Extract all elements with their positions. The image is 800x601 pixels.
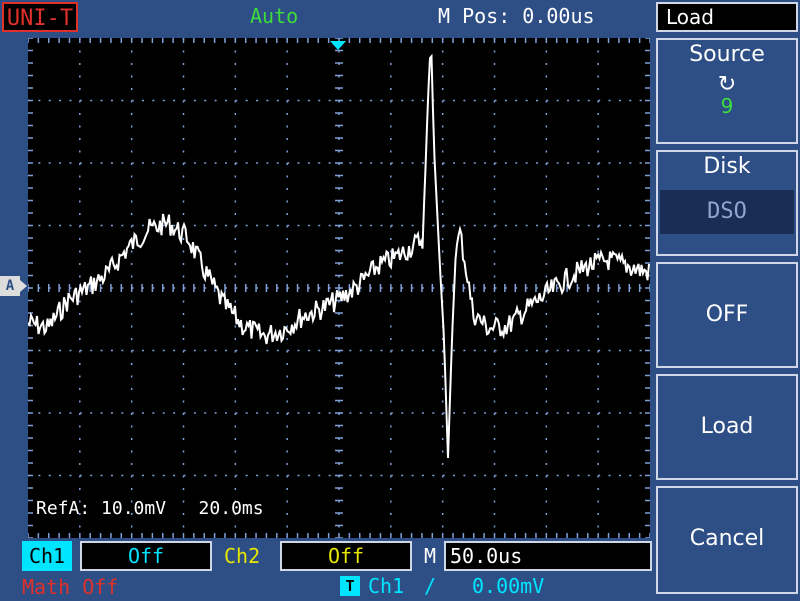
brand-logo: UNI-T: [2, 2, 78, 32]
timebase-label: M: [424, 544, 437, 568]
waveform-display: [28, 38, 650, 538]
ch1-label[interactable]: Ch1: [22, 541, 72, 571]
ch1-scale: Off: [80, 541, 212, 571]
disk-value: DSO: [660, 190, 794, 234]
cancel-button[interactable]: Cancel: [656, 486, 798, 594]
trigger-source: Ch1: [368, 574, 405, 598]
timebase-value: 50.0us: [444, 541, 652, 571]
waveform-trace: [28, 53, 650, 459]
trigger-mode: Auto: [250, 4, 299, 28]
source-menu-button[interactable]: Source ↻ 9: [656, 38, 798, 144]
disk-menu-button[interactable]: Disk DSO: [656, 150, 798, 256]
ref-marker: A: [0, 276, 20, 296]
load-button[interactable]: Load: [656, 374, 798, 480]
ref-marker-arrow: [20, 280, 27, 292]
m-pos-readout: M Pos: 0.00us: [438, 4, 595, 28]
off-button[interactable]: OFF: [656, 262, 798, 368]
trigger-position-marker: [328, 36, 348, 55]
disk-label: Disk: [703, 154, 751, 179]
source-label: Source: [689, 42, 765, 67]
math-status: Math Off: [22, 575, 119, 599]
load-button-label: Load: [700, 414, 754, 439]
ch2-scale: Off: [280, 541, 412, 571]
ch2-label[interactable]: Ch2: [224, 541, 260, 571]
cancel-button-label: Cancel: [689, 526, 765, 551]
menu-title: Load: [656, 2, 798, 32]
ref-info: RefA: 10.0mV 20.0ms: [36, 498, 264, 519]
trigger-slope-icon: /: [424, 574, 437, 598]
trigger-level: 0.00mV: [472, 574, 545, 598]
refresh-icon: ↻: [717, 72, 737, 97]
scope-screen: [28, 38, 650, 538]
source-value: 9: [720, 94, 734, 118]
off-button-label: OFF: [705, 302, 749, 327]
trigger-badge: T: [340, 576, 360, 596]
